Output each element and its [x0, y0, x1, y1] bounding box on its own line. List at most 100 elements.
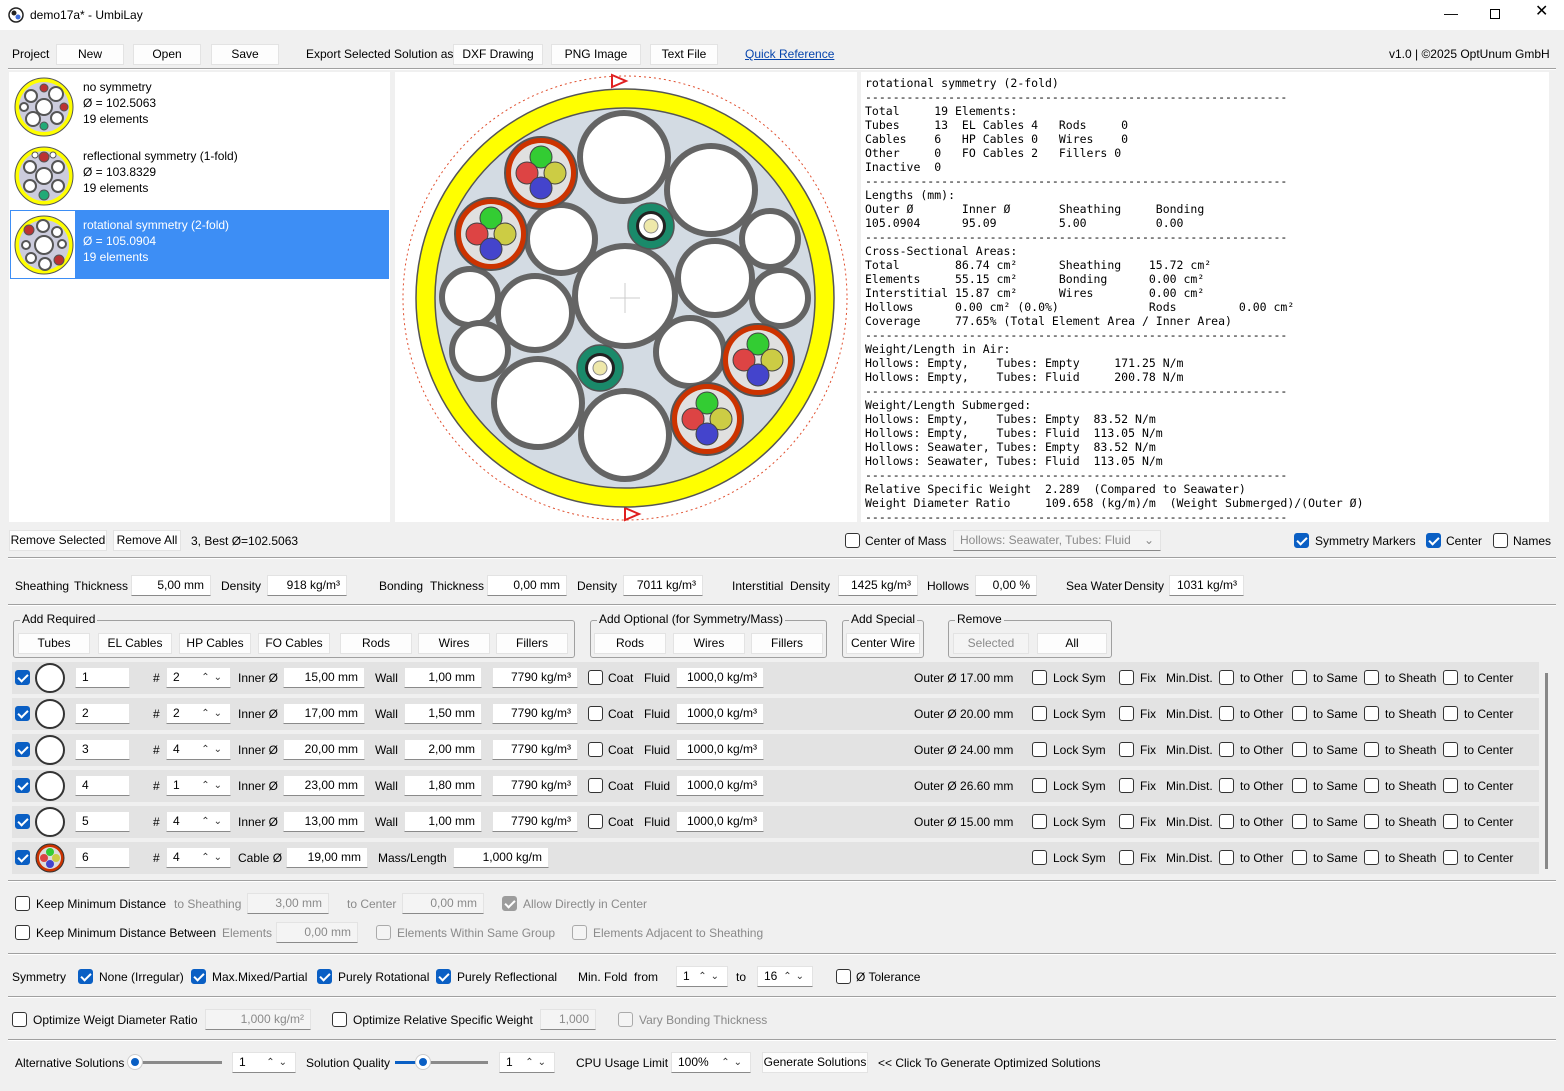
mass-length-input[interactable]: 1,000 kg/m	[453, 847, 549, 868]
to-sheath-checkbox[interactable]	[1364, 778, 1379, 793]
generate-solutions-button[interactable]: Generate Solutions	[762, 1052, 868, 1073]
fix-checkbox[interactable]	[1119, 778, 1134, 793]
row-name-input[interactable]: 2	[75, 703, 130, 724]
spinner-arrows-icon[interactable]: ⌃⌄	[201, 704, 226, 723]
to-center-checkbox[interactable]	[1443, 778, 1458, 793]
to-sheath-checkbox[interactable]	[1364, 670, 1379, 685]
fluid-density-input[interactable]: 1000,0 kg/m³	[676, 739, 764, 760]
minimize-icon[interactable]: —	[1444, 5, 1458, 21]
row-enable-checkbox[interactable]	[15, 706, 30, 721]
fold-from-spinner[interactable]: 1 ⌃⌄	[676, 966, 728, 987]
add-fillers-button[interactable]: Fillers	[496, 633, 568, 654]
save-button[interactable]: Save	[211, 44, 279, 65]
optimize-rsw-input[interactable]: 1,000	[540, 1009, 596, 1030]
lock-sym-checkbox[interactable]	[1032, 778, 1047, 793]
add-rods-button[interactable]: Rods	[340, 633, 412, 654]
symmetry-rotational-checkbox[interactable]	[317, 969, 332, 984]
density-input[interactable]: 7790 kg/m³	[492, 667, 578, 688]
count-spinner[interactable]: 2 ⌃⌄	[166, 703, 231, 724]
add-optional-wires-button[interactable]: Wires	[673, 633, 745, 654]
to-same-checkbox[interactable]	[1292, 814, 1307, 829]
remove-all-button[interactable]: Remove All	[113, 530, 181, 551]
export-text-button[interactable]: Text File	[650, 44, 718, 65]
density-input[interactable]: 7790 kg/m³	[492, 703, 578, 724]
diameter-tolerance-checkbox[interactable]	[836, 969, 851, 984]
to-center-checkbox[interactable]	[1443, 670, 1458, 685]
alternative-solutions-slider-track[interactable]	[129, 1061, 222, 1064]
to-other-checkbox[interactable]	[1219, 670, 1234, 685]
min-distance-center-input[interactable]: 0,00 mm	[402, 893, 484, 914]
center-of-mass-checkbox[interactable]	[845, 533, 860, 548]
inner-diameter-input[interactable]: 15,00 mm	[283, 667, 365, 688]
wall-input[interactable]: 1,00 mm	[404, 811, 482, 832]
solution-item[interactable]: no symmetry Ø = 102.5063 19 elements	[10, 72, 389, 141]
to-same-checkbox[interactable]	[1292, 778, 1307, 793]
add-hp-cables-button[interactable]: HP Cables	[179, 633, 251, 654]
fluid-density-input[interactable]: 1000,0 kg/m³	[676, 667, 764, 688]
remove-selected-group-button[interactable]: Selected	[953, 633, 1029, 654]
export-png-button[interactable]: PNG Image	[551, 44, 641, 65]
row-enable-checkbox[interactable]	[15, 742, 30, 757]
optimize-wdr-checkbox[interactable]	[12, 1012, 27, 1027]
wall-input[interactable]: 1,50 mm	[404, 703, 482, 724]
density-input[interactable]: 7790 kg/m³	[492, 811, 578, 832]
inner-diameter-input[interactable]: 20,00 mm	[283, 739, 365, 760]
spinner-arrows-icon[interactable]: ⌃⌄	[201, 740, 226, 759]
add-optional-fillers-button[interactable]: Fillers	[751, 633, 823, 654]
bonding-thickness-input[interactable]: 0,00 mm	[487, 575, 567, 596]
sheathing-thickness-input[interactable]: 5,00 mm	[131, 575, 211, 596]
wall-input[interactable]: 1,80 mm	[404, 775, 482, 796]
fix-checkbox[interactable]	[1119, 850, 1134, 865]
fluid-density-input[interactable]: 1000,0 kg/m³	[676, 811, 764, 832]
row-enable-checkbox[interactable]	[15, 778, 30, 793]
within-same-group-checkbox[interactable]	[376, 925, 391, 940]
allow-center-checkbox[interactable]	[502, 896, 517, 911]
count-spinner[interactable]: 4 ⌃⌄	[166, 811, 231, 832]
row-enable-checkbox[interactable]	[15, 814, 30, 829]
count-spinner[interactable]: 1 ⌃⌄	[166, 775, 231, 796]
add-tubes-button[interactable]: Tubes	[18, 633, 90, 654]
keep-min-distance-checkbox[interactable]	[15, 896, 30, 911]
to-other-checkbox[interactable]	[1219, 850, 1234, 865]
wall-input[interactable]: 1,00 mm	[404, 667, 482, 688]
symmetry-markers-checkbox[interactable]	[1294, 533, 1309, 548]
cpu-usage-spinner[interactable]: 100% ⌃⌄	[671, 1052, 751, 1073]
cable-diameter-input[interactable]: 19,00 mm	[286, 847, 368, 868]
solution-quality-spinner[interactable]: 1 ⌃⌄	[499, 1052, 555, 1073]
spinner-arrows-icon[interactable]: ⌃⌄	[201, 812, 226, 831]
to-other-checkbox[interactable]	[1219, 778, 1234, 793]
remove-selected-button[interactable]: Remove Selected	[9, 530, 107, 551]
add-fo-cables-button[interactable]: FO Cables	[258, 633, 330, 654]
to-sheath-checkbox[interactable]	[1364, 850, 1379, 865]
min-distance-sheathing-input[interactable]: 3,00 mm	[247, 893, 329, 914]
inner-diameter-input[interactable]: 13,00 mm	[283, 811, 365, 832]
center-checkbox[interactable]	[1426, 533, 1441, 548]
to-sheath-checkbox[interactable]	[1364, 706, 1379, 721]
count-spinner[interactable]: 2 ⌃⌄	[166, 667, 231, 688]
row-name-input[interactable]: 5	[75, 811, 130, 832]
to-same-checkbox[interactable]	[1292, 742, 1307, 757]
row-name-input[interactable]: 1	[75, 667, 130, 688]
remove-all-group-button[interactable]: All	[1037, 633, 1107, 654]
row-enable-checkbox[interactable]	[15, 850, 30, 865]
add-el-cables-button[interactable]: EL Cables	[98, 633, 172, 654]
fluid-density-input[interactable]: 1000,0 kg/m³	[676, 775, 764, 796]
report-scrollbar[interactable]	[1549, 72, 1555, 522]
seawater-density-input[interactable]: 1031 kg/m³	[1169, 575, 1244, 596]
new-button[interactable]: New	[56, 44, 124, 65]
optimize-rsw-checkbox[interactable]	[332, 1012, 347, 1027]
to-same-checkbox[interactable]	[1292, 670, 1307, 685]
inner-diameter-input[interactable]: 17,00 mm	[283, 703, 365, 724]
lock-sym-checkbox[interactable]	[1032, 706, 1047, 721]
to-same-checkbox[interactable]	[1292, 850, 1307, 865]
spinner-arrows-icon[interactable]: ⌃⌄	[266, 1053, 291, 1072]
to-center-checkbox[interactable]	[1443, 814, 1458, 829]
symmetry-mixed-checkbox[interactable]	[191, 969, 206, 984]
report-panel[interactable]: rotational symmetry (2-fold) -----------…	[861, 72, 1549, 522]
to-other-checkbox[interactable]	[1219, 742, 1234, 757]
add-wires-button[interactable]: Wires	[418, 633, 490, 654]
row-name-input[interactable]: 6	[75, 847, 130, 868]
to-same-checkbox[interactable]	[1292, 706, 1307, 721]
row-name-input[interactable]: 4	[75, 775, 130, 796]
lock-sym-checkbox[interactable]	[1032, 742, 1047, 757]
